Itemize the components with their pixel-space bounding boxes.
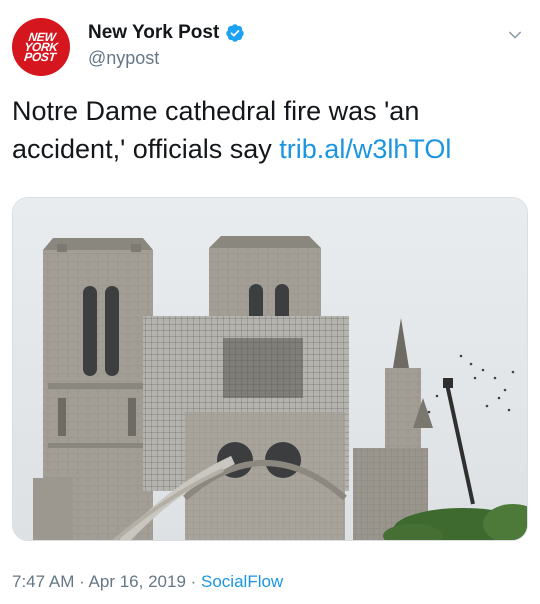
- tweet-link[interactable]: trib.al/w3lhTOl: [279, 134, 451, 164]
- author-handle[interactable]: @nypost: [88, 48, 245, 69]
- display-name-row: New York Post: [88, 22, 245, 44]
- cathedral-photo-image: [13, 198, 527, 540]
- tweet-photo[interactable]: [12, 197, 528, 541]
- display-name[interactable]: New York Post: [88, 22, 219, 44]
- chevron-down-icon[interactable]: [506, 26, 524, 44]
- tweet-source-link[interactable]: SocialFlow: [201, 572, 283, 591]
- tweet-body: Notre Dame cathedral fire was 'an accide…: [12, 92, 522, 168]
- tweet-time[interactable]: 7:47 AM: [12, 572, 74, 591]
- meta-separator: ·: [74, 572, 89, 591]
- tweet-card: NEW YORK POST New York Post @nypost Notr…: [0, 0, 540, 604]
- tweet-date[interactable]: Apr 16, 2019: [89, 572, 186, 591]
- tweet-meta: 7:47 AM · Apr 16, 2019 · SocialFlow: [12, 572, 283, 592]
- author-info: New York Post @nypost: [88, 22, 245, 69]
- verified-badge-icon: [226, 24, 245, 42]
- tweet-header: NEW YORK POST New York Post @nypost: [12, 18, 528, 78]
- meta-separator: ·: [185, 572, 202, 591]
- avatar-logo: NEW YORK POST: [16, 30, 65, 64]
- avatar[interactable]: NEW YORK POST: [12, 18, 70, 76]
